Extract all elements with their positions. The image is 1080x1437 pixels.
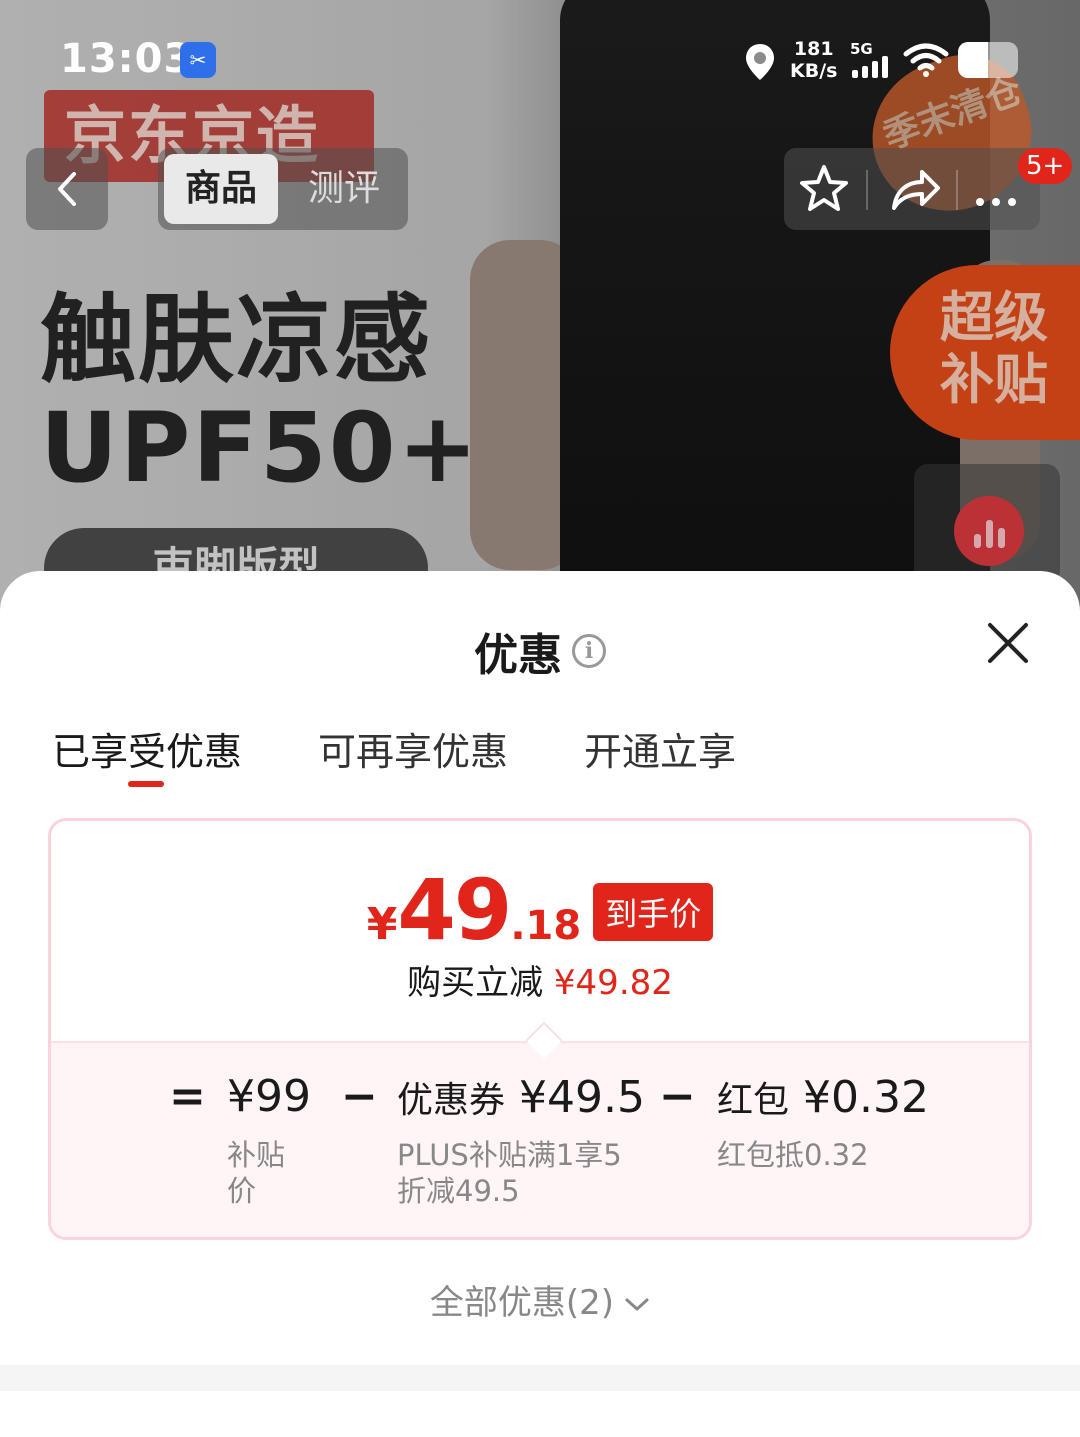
tab-product[interactable]: 商品 [164,154,278,224]
coupon-value: ¥49.5 [519,1072,645,1123]
minus-sign: − [341,1071,378,1122]
instant-discount-label: 购买立减 [407,963,544,1003]
coupon-detail-line1: PLUS补贴满1享5 [397,1138,622,1172]
price-currency: ¥ [366,899,398,950]
minus-sign: − [659,1071,696,1122]
wifi-icon [903,43,949,77]
sheet-title: 优惠 [474,630,562,681]
network-speed-unit: KB/s [790,60,838,82]
coupon-label: 优惠券 [397,1080,506,1121]
network-speed-value: 181 [793,38,834,60]
app-notification-icon: ✂ [180,42,216,78]
instant-discount: 购买立减 ¥49.82 [51,955,1029,1004]
coupon-detail: PLUS补贴满1享5 折减49.5 [397,1137,622,1209]
message-count-badge: 5+ [1018,148,1073,184]
back-icon [58,172,76,206]
active-tab-indicator [128,781,164,787]
status-bar: 13:03 ✂ 181 KB/s 5G [0,0,1080,120]
tab-more-discounts[interactable]: 可再享优惠 [318,721,508,776]
price-breakdown-card: ¥49.18 到手价 购买立减 ¥49.82 = ¥99 补贴 价 − 优惠券 ¥… [48,818,1032,1240]
red-packet-detail: 红包抵0.32 [717,1137,869,1173]
all-offers-label: 全部优惠(2) [429,1283,615,1323]
chevron-down-icon [625,1298,649,1310]
battery-icon [958,42,1018,78]
network-speed: 181 KB/s [790,38,837,82]
location-icon [746,44,774,80]
tab-enjoyed-discounts[interactable]: 已享受优惠 [52,721,242,776]
instant-discount-amount: ¥49.82 [553,963,673,1003]
subsidy-price-label: 补贴 价 [227,1137,285,1209]
red-packet-label: 红包 [717,1080,790,1121]
subsidy-price-amount: ¥99 [227,1071,311,1122]
final-price: ¥49.18 到手价 [51,861,1029,959]
status-time: 13:03 [60,36,193,82]
price-decimal: .18 [510,903,582,949]
subsidy-price-label-line2: 价 [227,1174,257,1208]
sheet-header: 优惠 i [0,619,1080,683]
final-price-tag: 到手价 [593,883,714,941]
section-divider [0,1365,1080,1391]
red-packet-amount: 红包 ¥0.32 [717,1071,929,1123]
share-icon[interactable] [886,162,942,216]
top-tab-bar: 商品 测评 [158,148,408,230]
info-icon[interactable]: i [572,634,606,668]
close-icon[interactable] [986,621,1030,665]
coupon-detail-line2: 折减49.5 [397,1174,520,1208]
tab-review[interactable]: 测评 [294,154,394,224]
equals-sign: = [169,1071,206,1122]
tab-activate-now[interactable]: 开通立享 [584,721,736,776]
subsidy-price-label-line1: 补贴 [227,1138,286,1172]
red-packet-value: ¥0.32 [803,1072,929,1123]
coupon-amount: 优惠券 ¥49.5 [397,1071,645,1123]
price-formula: = ¥99 补贴 价 − 优惠券 ¥49.5 PLUS补贴满1享5 折减49.5… [51,1071,1029,1221]
price-integer: 49 [397,861,512,959]
top-action-bar [784,148,1040,230]
star-icon[interactable] [796,162,852,216]
red-packet-detail-line1: 红包抵0.32 [717,1138,869,1172]
next-section-title: 可再享优惠 [50,1427,240,1437]
all-offers-link[interactable]: 全部优惠(2) [0,1275,1080,1324]
back-button[interactable] [26,148,108,230]
discount-sheet: 优惠 i 已享受优惠 可再享优惠 开通立享 ¥49.18 到手价 购买立减 ¥49.… [0,571,1080,1437]
signal-icon [852,56,888,78]
